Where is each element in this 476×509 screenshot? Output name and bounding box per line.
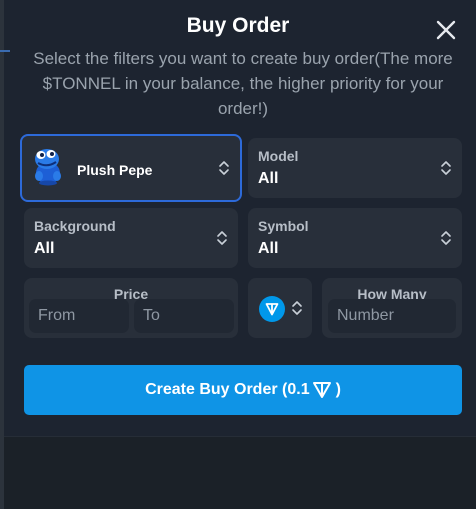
create-button-label: Create Buy Order (0.1	[145, 381, 310, 398]
model-select[interactable]: Model All	[248, 138, 462, 198]
how-many-input[interactable]	[328, 299, 456, 333]
gift-name: Plush Pepe	[77, 162, 153, 178]
model-label: Model	[258, 148, 299, 164]
chevron-updown-icon	[216, 229, 228, 247]
chevron-updown-icon	[440, 229, 452, 247]
price-to-input[interactable]	[134, 299, 234, 333]
create-buy-order-button[interactable]: Create Buy Order (0.1 )	[24, 365, 462, 415]
modal-title: Buy Order	[186, 14, 290, 37]
ton-icon	[312, 381, 332, 399]
model-value: All	[258, 170, 279, 187]
chevron-updown-icon	[440, 159, 452, 177]
price-to-field[interactable]	[134, 299, 234, 333]
close-icon	[436, 20, 456, 40]
chevron-updown-icon	[291, 299, 303, 317]
background-label: Background	[34, 218, 116, 234]
close-button[interactable]	[433, 17, 459, 43]
background-value: All	[34, 240, 55, 257]
price-from-field[interactable]	[29, 299, 129, 333]
plush-pepe-icon	[30, 146, 66, 186]
gift-select[interactable]: Plush Pepe	[20, 134, 242, 202]
price-from-input[interactable]	[29, 299, 129, 333]
price-range-card: Price	[24, 278, 238, 338]
scrollbar-track	[462, 0, 476, 436]
window-accent-line	[0, 50, 10, 52]
modal-footer-area	[4, 436, 476, 509]
background-select[interactable]: Background All	[24, 208, 238, 268]
create-button-label-suffix: )	[335, 381, 341, 398]
chevron-updown-icon	[218, 159, 230, 177]
modal-subtitle: Select the filters you want to create bu…	[33, 49, 453, 118]
symbol-value: All	[258, 240, 279, 257]
currency-select[interactable]	[248, 278, 312, 338]
symbol-select[interactable]: Symbol All	[248, 208, 462, 268]
how-many-card: How Many	[322, 278, 462, 338]
ton-icon	[259, 296, 285, 322]
symbol-label: Symbol	[258, 218, 309, 234]
how-many-field[interactable]	[328, 299, 456, 333]
